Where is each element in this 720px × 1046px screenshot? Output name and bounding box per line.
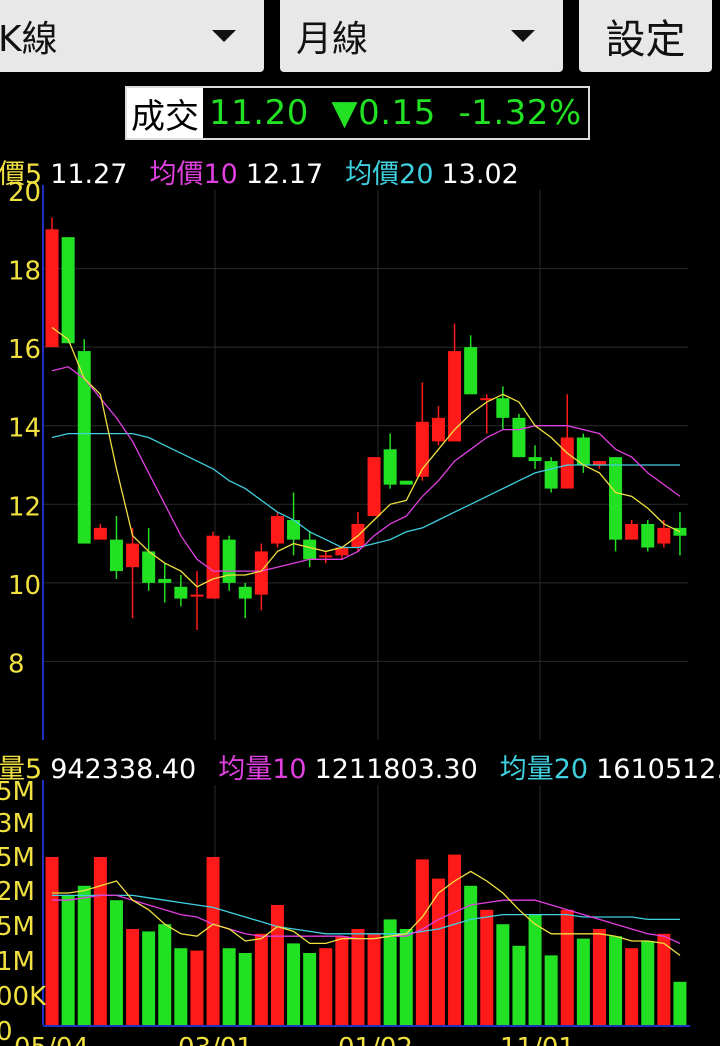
price-tick-label: 10 <box>8 571 41 601</box>
candle-body <box>174 586 188 599</box>
x-tick-label: 03/01 <box>178 1033 253 1046</box>
volume-bar <box>367 933 381 1025</box>
volume-bar <box>287 943 301 1025</box>
volume-bar <box>77 885 91 1025</box>
candle-body <box>609 457 623 540</box>
candle-body <box>142 551 156 583</box>
volume-bar <box>399 929 413 1025</box>
candle-body <box>560 437 574 489</box>
volume-bar <box>415 859 429 1025</box>
price-tick-label: 8 <box>8 649 25 679</box>
volume-ma20-line <box>52 894 680 935</box>
volume-bar <box>126 929 140 1025</box>
volume-bar <box>560 909 574 1025</box>
volume-bar <box>544 955 558 1025</box>
x-tick-label: 01/02 <box>338 1033 413 1046</box>
volume-bar <box>222 948 236 1025</box>
volume-bar <box>61 895 75 1025</box>
candle-body <box>544 461 558 489</box>
candle-body <box>512 417 526 458</box>
price-tick-label: 16 <box>8 335 41 365</box>
volume-bar <box>625 948 639 1025</box>
candle-body <box>399 480 413 485</box>
price-tick-label: 20 <box>8 178 41 208</box>
price-ma10-line <box>51 366 681 572</box>
candle-body <box>190 594 204 597</box>
candle-body <box>61 237 75 344</box>
price-tick-label: 12 <box>8 492 41 522</box>
candle-body <box>158 578 172 583</box>
volume-bar <box>93 857 107 1025</box>
candle-body <box>383 449 397 485</box>
candle-body <box>641 523 655 548</box>
volume-bar <box>303 953 317 1025</box>
volume-tick-label: 5M <box>0 843 35 873</box>
volume-bar <box>190 950 204 1025</box>
volume-tick-label: 1M <box>0 947 35 977</box>
volume-bar <box>254 933 268 1025</box>
volume-bar <box>673 981 687 1025</box>
candle-body <box>319 555 333 558</box>
volume-bar <box>335 936 349 1025</box>
candle-body <box>270 516 284 544</box>
volume-tick-label: 0 <box>0 1017 13 1046</box>
volume-tick-label: 00K <box>0 982 47 1012</box>
volume-bar <box>448 854 462 1025</box>
candlestick-chart[interactable]: 20181614121085M3M5M2M5M1M00K005/0403/010… <box>0 0 720 1046</box>
candle-body <box>431 417 445 442</box>
volume-bar <box>496 924 510 1025</box>
candle-body <box>528 457 542 462</box>
volume-bar <box>641 941 655 1025</box>
volume-bar <box>270 905 284 1025</box>
candle-body <box>77 351 91 544</box>
candle-body <box>109 539 123 572</box>
volume-tick-label: 5M <box>0 777 35 807</box>
volume-bar <box>174 948 188 1025</box>
volume-bar <box>576 938 590 1025</box>
candle-body <box>464 347 478 395</box>
volume-tick-label: 3M <box>0 809 35 839</box>
volume-bar <box>109 900 123 1025</box>
candle-body <box>448 351 462 442</box>
volume-bar <box>592 929 606 1025</box>
volume-bar <box>142 931 156 1025</box>
volume-bar <box>480 909 494 1025</box>
price-tick-label: 14 <box>8 414 41 444</box>
volume-tick-label: 5M <box>0 912 35 942</box>
volume-bar <box>206 857 220 1025</box>
volume-bar <box>512 945 526 1025</box>
candle-body <box>126 543 140 568</box>
candle-body <box>367 457 381 517</box>
candle-body <box>254 551 268 595</box>
candle-body <box>303 539 317 560</box>
volume-bar <box>45 857 59 1025</box>
candle-body <box>238 586 252 599</box>
x-tick-label: 05/04 <box>14 1033 89 1046</box>
candle-body <box>45 229 59 348</box>
candle-body <box>496 398 510 418</box>
volume-bar <box>528 914 542 1025</box>
volume-bar <box>238 953 252 1025</box>
x-tick-label: 11/01 <box>500 1033 575 1046</box>
price-tick-label: 18 <box>8 257 41 287</box>
volume-bar <box>158 924 172 1025</box>
candle-body <box>93 527 107 540</box>
volume-bar <box>351 929 365 1025</box>
volume-bar <box>319 948 333 1025</box>
candle-body <box>625 523 639 540</box>
candle-body <box>657 527 671 544</box>
volume-tick-label: 2M <box>0 877 35 907</box>
volume-bar <box>609 936 623 1025</box>
